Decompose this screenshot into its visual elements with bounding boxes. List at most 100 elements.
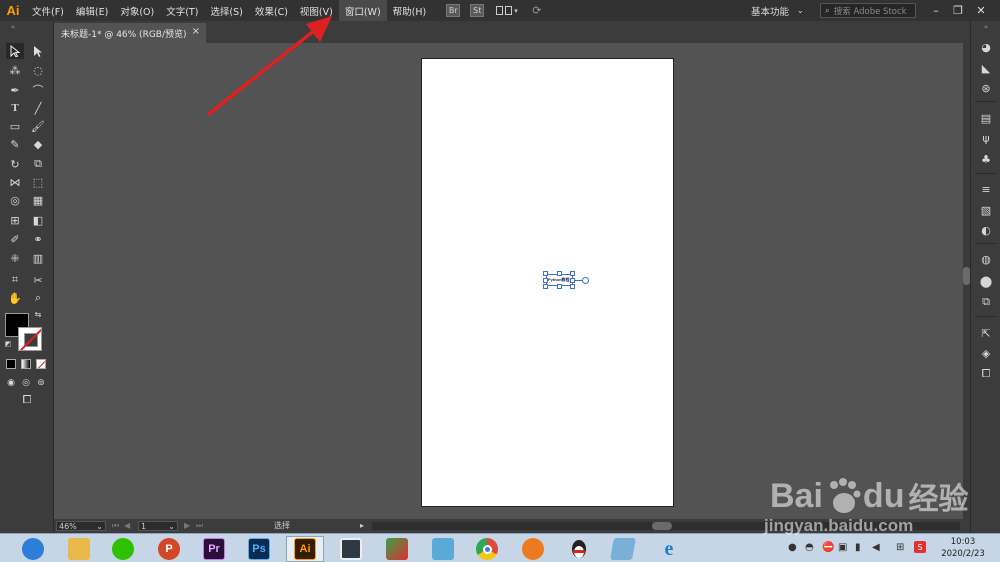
artboard-tool-icon[interactable]: ⌗ (6, 272, 24, 288)
export-icon[interactable]: ⇱ (978, 326, 994, 340)
document-tab[interactable]: 未标题-1* @ 46% (RGB/预览) × (54, 23, 206, 43)
ime-icon[interactable]: ⊞ (896, 542, 904, 553)
system-clock[interactable]: 10:03 2020/2/23 (930, 536, 996, 560)
bbox-handle[interactable] (557, 271, 562, 276)
stroke-color-swatch[interactable] (18, 327, 42, 351)
close-window-button[interactable]: ✕ (970, 0, 992, 21)
vertical-scroll-thumb[interactable] (963, 267, 970, 285)
network-icon[interactable]: ▮ (855, 542, 861, 553)
taskbar-app-premiere[interactable]: Pr (195, 536, 233, 562)
taskbar-app-green[interactable] (378, 536, 416, 562)
bbox-handle[interactable] (557, 284, 562, 289)
eraser-tool-icon[interactable]: ◆ (29, 136, 47, 152)
tray-icon[interactable]: ▣ (838, 542, 847, 553)
chevron-down-icon[interactable]: ⌄ (168, 522, 175, 531)
type-tool-icon[interactable]: T (6, 100, 24, 116)
pen-tool-icon[interactable]: ✒ (6, 82, 24, 98)
taskbar-app-notepad[interactable] (604, 536, 642, 562)
layers-icon[interactable]: ◈ (978, 346, 994, 360)
menu-window[interactable]: 窗口(W) (338, 0, 387, 21)
symbols-icon[interactable]: ♣ (978, 152, 994, 166)
text-out-port[interactable] (582, 277, 589, 284)
gpu-performance-icon[interactable]: ⟳ (532, 4, 541, 17)
stroke-panel-icon[interactable]: ≡ (978, 182, 994, 196)
swatches-icon[interactable]: ▤ (978, 111, 994, 125)
blend-tool-icon[interactable]: ⚭ (29, 231, 47, 247)
slice-tool-icon[interactable]: ✂ (29, 272, 47, 288)
perspective-grid-tool-icon[interactable]: ▦ (29, 192, 47, 208)
bbox-handle[interactable] (570, 271, 575, 276)
hand-tool-icon[interactable]: ✋ (6, 290, 24, 306)
last-artboard-icon[interactable]: ⏭ (196, 521, 203, 531)
taskbar-app-qq[interactable] (560, 536, 598, 562)
bbox-handle[interactable] (543, 284, 548, 289)
color-panel-icon[interactable]: ◕ (978, 40, 994, 54)
libraries-icon[interactable]: ⊛ (978, 81, 994, 95)
appearance-icon[interactable]: ◍ (978, 252, 994, 266)
default-fill-stroke-icon[interactable]: ◩ (2, 339, 14, 349)
workspace-switcher[interactable]: 基本功能 ⌄ (751, 0, 804, 21)
direct-selection-tool-icon[interactable] (29, 43, 47, 59)
taskbar-app-internet-explorer[interactable]: e (650, 536, 688, 562)
gradient-mode-icon[interactable] (21, 359, 31, 369)
eyedropper-tool-icon[interactable]: ✐ (6, 231, 24, 247)
collapse-panel-icon[interactable]: « (4, 23, 22, 31)
volume-icon[interactable]: ◀ (872, 542, 880, 553)
bbox-handle[interactable] (543, 271, 548, 276)
taskbar-app-qq-browser[interactable] (14, 536, 52, 562)
wechat-tray-icon[interactable]: ◓ (805, 542, 814, 553)
brushes-icon[interactable]: ψ (978, 131, 994, 145)
sogou-ime-icon[interactable]: S (914, 541, 926, 553)
taskbar-app-file-explorer[interactable] (60, 536, 98, 562)
next-artboard-icon[interactable]: ▶ (184, 521, 190, 530)
shape-builder-tool-icon[interactable]: ◎ (6, 192, 24, 208)
previous-artboard-icon[interactable]: ◀ (124, 521, 130, 530)
symbol-sprayer-tool-icon[interactable]: ⁜ (6, 250, 24, 266)
curvature-tool-icon[interactable]: ⌒ (29, 82, 47, 98)
security-tray-icon[interactable]: ⛔ (822, 542, 834, 553)
vertical-scrollbar[interactable] (963, 42, 970, 519)
artboards-icon[interactable]: ⧠ (978, 367, 994, 381)
first-artboard-icon[interactable]: ⏮ (112, 521, 119, 531)
mesh-tool-icon[interactable]: ⊞ (6, 212, 24, 228)
menu-type[interactable]: 文字(T) (160, 0, 204, 21)
menu-help[interactable]: 帮助(H) (387, 0, 433, 21)
taskbar-app-wechat[interactable] (104, 536, 142, 562)
chevron-down-icon[interactable]: ⌄ (96, 522, 103, 531)
bridge-button[interactable]: Br (446, 4, 461, 17)
column-graph-tool-icon[interactable]: ▥ (29, 250, 47, 266)
shaper-tool-icon[interactable]: ✎ (6, 136, 24, 152)
bbox-handle[interactable] (543, 278, 548, 283)
zoom-level-field[interactable]: 46% ⌄ (56, 521, 106, 531)
none-mode-icon[interactable] (36, 359, 46, 369)
transparency-icon[interactable]: ◐ (978, 223, 994, 237)
color-guide-icon[interactable]: ◣ (978, 61, 994, 75)
gradient-panel-icon[interactable]: ▧ (978, 203, 994, 217)
artboard-number-field[interactable]: 1 ⌄ (138, 521, 178, 531)
minimize-button[interactable]: – (925, 0, 947, 21)
taskbar-app-bird[interactable] (424, 536, 462, 562)
menu-object[interactable]: 对象(O) (114, 0, 160, 21)
magic-wand-tool-icon[interactable]: ⁂ (6, 62, 24, 78)
taskbar-app-chrome[interactable] (468, 536, 506, 562)
line-tool-icon[interactable]: ╱ (29, 100, 47, 116)
gradient-tool-icon[interactable]: ◧ (29, 212, 47, 228)
paintbrush-tool-icon[interactable]: 🖌 (29, 118, 47, 134)
rotate-tool-icon[interactable]: ↻ (6, 156, 24, 172)
menu-edit[interactable]: 编辑(E) (70, 0, 114, 21)
stock-button[interactable]: St (470, 4, 485, 17)
status-menu-icon[interactable]: ▸ (360, 521, 364, 530)
swap-fill-stroke-icon[interactable]: ⇆ (32, 308, 44, 320)
qq-tray-icon[interactable]: ● (788, 542, 797, 553)
screen-mode-icon[interactable]: ⧠ (17, 392, 37, 408)
lasso-tool-icon[interactable]: ◌ (29, 62, 47, 78)
collapse-dock-icon[interactable]: « (978, 23, 994, 31)
rectangle-tool-icon[interactable]: ▭ (6, 118, 24, 134)
scale-tool-icon[interactable]: ⧉ (29, 156, 47, 172)
width-tool-icon[interactable]: ⋈ (6, 174, 24, 190)
taskbar-app-photoshop[interactable]: Ps (240, 536, 278, 562)
bbox-handle[interactable] (570, 284, 575, 289)
taskbar-app-powerpoint[interactable]: P (150, 536, 188, 562)
arrange-documents-icon[interactable]: ▾ (496, 5, 518, 17)
asset-export-icon[interactable]: ⧉ (978, 295, 994, 309)
